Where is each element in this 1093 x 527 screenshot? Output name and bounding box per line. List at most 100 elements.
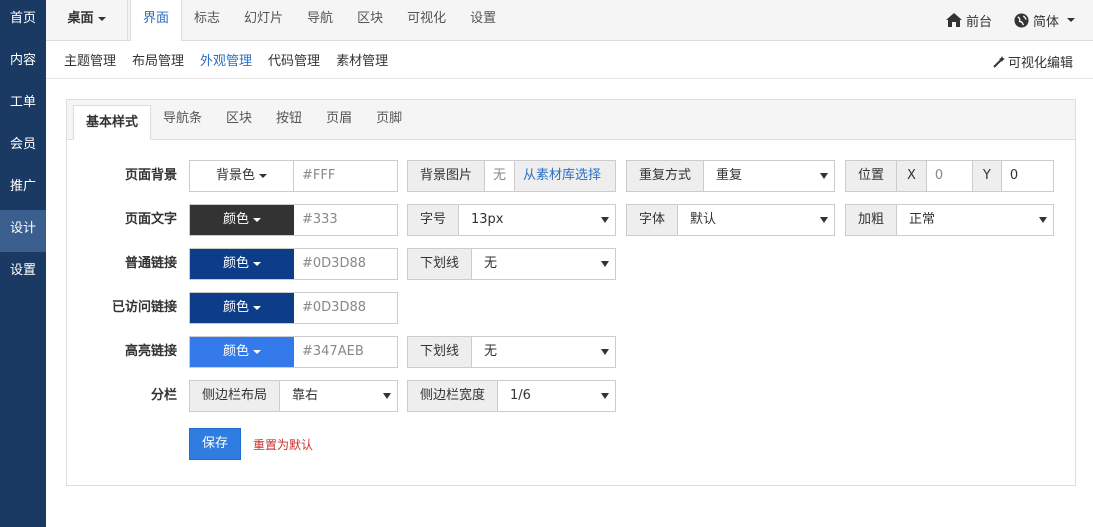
- top-navbar: 桌面 界面 标志 幻灯片 导航 区块 可视化 设置 前台 简体: [46, 0, 1093, 41]
- repeat-group: 重复方式 重复: [626, 160, 835, 192]
- nav-visual[interactable]: 可视化: [395, 0, 458, 40]
- nav-settings[interactable]: 设置: [458, 0, 508, 40]
- sidebar-layout-group: 侧边栏布局 靠右: [189, 380, 398, 412]
- bold-select[interactable]: 正常: [897, 205, 1053, 235]
- position-y-input[interactable]: 0: [1002, 161, 1053, 191]
- hover-underline-label: 下划线: [408, 337, 473, 367]
- sidebar-layout-label: 侧边栏布局: [190, 381, 281, 411]
- nav-interface[interactable]: 界面: [130, 0, 183, 41]
- caret-down-icon: [253, 217, 261, 222]
- background-color-button-label: 背景色: [215, 168, 255, 183]
- home-icon: [945, 13, 962, 27]
- text-color-group: 颜色 #333: [189, 204, 398, 236]
- background-color-group: 背景色 #FFF: [189, 160, 398, 192]
- background-color-input[interactable]: #FFF: [294, 161, 397, 191]
- sidebar-item-tickets[interactable]: 工单: [0, 84, 46, 126]
- visited-link-label: 已访问链接: [111, 300, 177, 315]
- visual-edit-label: 可视化编辑: [1007, 56, 1073, 71]
- nav-blocks[interactable]: 区块: [345, 0, 395, 40]
- subnav-code[interactable]: 代码管理: [268, 50, 320, 69]
- frontend-label: 前台: [965, 14, 992, 30]
- sidebar-width-select-value: 1/6: [510, 388, 531, 403]
- subnav-theme[interactable]: 主题管理: [64, 50, 116, 69]
- frontend-link[interactable]: 前台: [945, 11, 992, 30]
- text-color-button[interactable]: 颜色: [190, 205, 294, 235]
- sidebar: 首页 内容 工单 会员 推广 设计 设置: [0, 0, 46, 527]
- desktop-dropdown[interactable]: 桌面: [46, 0, 128, 40]
- link-color-input[interactable]: #0D3D88: [294, 249, 397, 279]
- sidebar-item-promotion[interactable]: 推广: [0, 168, 46, 210]
- globe-icon: [1014, 12, 1029, 28]
- bold-label: 加粗: [846, 205, 898, 235]
- hover-link-label: 高亮链接: [124, 344, 177, 359]
- hover-color-button-label: 颜色: [222, 344, 249, 359]
- text-color-button-label: 颜色: [222, 212, 249, 227]
- position-x-label: X: [897, 161, 927, 191]
- language-dropdown[interactable]: 简体: [1014, 11, 1075, 30]
- visited-color-button-label: 颜色: [222, 300, 249, 315]
- hover-underline-group: 下划线 无: [407, 336, 616, 368]
- select-from-assets-button[interactable]: 从素材库选择: [515, 161, 615, 191]
- sidebar-width-select[interactable]: 1/6: [498, 381, 615, 411]
- subnav-layout[interactable]: 布局管理: [132, 50, 184, 69]
- repeat-label: 重复方式: [627, 161, 705, 191]
- magic-wand-icon: [993, 55, 1005, 68]
- link-color-button[interactable]: 颜色: [190, 249, 294, 279]
- sidebar-layout-select-value: 靠右: [292, 388, 319, 403]
- text-color-input[interactable]: #333: [294, 205, 397, 235]
- sidebar-item-home[interactable]: 首页: [0, 0, 46, 42]
- background-image-label: 背景图片: [408, 161, 486, 191]
- tab-blocks[interactable]: 区块: [214, 105, 264, 139]
- sidebar-item-content[interactable]: 内容: [0, 42, 46, 84]
- tab-footer[interactable]: 页脚: [364, 105, 414, 139]
- sidebar-layout-select[interactable]: 靠右: [280, 381, 397, 411]
- dropdown-arrow-icon: [601, 217, 609, 223]
- font-family-group: 字体 默认: [626, 204, 835, 236]
- repeat-select[interactable]: 重复: [704, 161, 834, 191]
- columns-label: 分栏: [150, 388, 177, 403]
- tab-navbar[interactable]: 导航条: [151, 105, 214, 139]
- background-color-button[interactable]: 背景色: [190, 161, 294, 191]
- hover-underline-select[interactable]: 无: [472, 337, 615, 367]
- style-tabs: 基本样式 导航条 区块 按钮 页眉 页脚: [67, 100, 1075, 140]
- nav-logo[interactable]: 标志: [182, 0, 232, 40]
- sidebar-item-members[interactable]: 会员: [0, 126, 46, 168]
- tab-header[interactable]: 页眉: [314, 105, 364, 139]
- save-button[interactable]: 保存: [189, 428, 241, 460]
- style-panel: 基本样式 导航条 区块 按钮 页眉 页脚 页面背景 背景色 #FFF 背景图片 …: [66, 99, 1076, 486]
- sidebar-item-design[interactable]: 设计: [0, 210, 46, 252]
- sidebar-item-settings[interactable]: 设置: [0, 252, 46, 294]
- visited-color-button[interactable]: 颜色: [190, 293, 294, 323]
- tab-buttons[interactable]: 按钮: [264, 105, 314, 139]
- font-size-select[interactable]: 13px: [459, 205, 615, 235]
- nav-slideshow[interactable]: 幻灯片: [232, 0, 295, 40]
- top-right-links: 前台 简体: [945, 0, 1075, 40]
- caret-down-icon: [253, 261, 261, 266]
- subnav-appearance[interactable]: 外观管理: [200, 50, 252, 69]
- subnav-assets[interactable]: 素材管理: [336, 50, 388, 69]
- tab-basic-style[interactable]: 基本样式: [73, 105, 152, 140]
- font-family-select-value: 默认: [690, 212, 717, 227]
- dropdown-arrow-icon: [383, 393, 391, 399]
- sidebar-width-label: 侧边栏宽度: [408, 381, 499, 411]
- font-size-group: 字号 13px: [407, 204, 616, 236]
- hover-color-button[interactable]: 颜色: [190, 337, 294, 367]
- sidebar-width-group: 侧边栏宽度 1/6: [407, 380, 616, 412]
- link-underline-select[interactable]: 无: [472, 249, 615, 279]
- hover-color-input[interactable]: #347AEB: [294, 337, 397, 367]
- font-family-label: 字体: [627, 205, 679, 235]
- visual-edit-link[interactable]: 可视化编辑: [993, 52, 1073, 71]
- font-size-select-value: 13px: [471, 212, 504, 227]
- dropdown-arrow-icon: [601, 393, 609, 399]
- position-label: 位置: [846, 161, 898, 191]
- position-x-input[interactable]: 0: [927, 161, 973, 191]
- bold-group: 加粗 正常: [845, 204, 1054, 236]
- reset-default-link[interactable]: 重置为默认: [253, 436, 313, 453]
- nav-navigation[interactable]: 导航: [295, 0, 345, 40]
- bold-select-value: 正常: [909, 212, 936, 227]
- font-family-select[interactable]: 默认: [678, 205, 834, 235]
- visited-color-input[interactable]: #0D3D88: [294, 293, 397, 323]
- caret-down-icon: [259, 173, 267, 178]
- hover-underline-select-value: 无: [484, 344, 498, 359]
- position-group: 位置 X 0 Y 0: [845, 160, 1054, 192]
